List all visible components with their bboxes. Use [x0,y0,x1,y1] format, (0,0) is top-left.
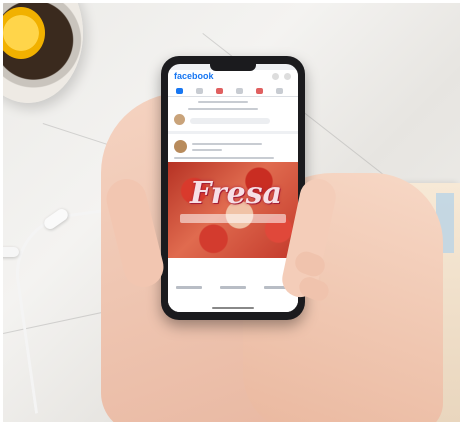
post-timestamp [192,149,222,151]
post-composer-input[interactable] [190,118,270,124]
messenger-icon[interactable] [284,73,291,80]
comment-button[interactable] [220,286,246,289]
text-placeholder [188,108,258,110]
phone-notch [210,64,256,71]
text-placeholder [198,101,248,103]
photo-scene: facebook Fresa [3,3,460,422]
groups-tab-icon[interactable] [236,88,243,94]
search-icon[interactable] [272,73,279,80]
menu-tab-icon[interactable] [276,88,283,94]
post-author-text [192,143,262,145]
earbud [3,247,19,257]
post-author-avatar[interactable] [174,140,187,153]
avatar [174,114,185,125]
notifications-tab-icon[interactable] [256,88,263,94]
post-image-subtitle-band [180,214,286,223]
post-caption [174,157,274,159]
app-title: facebook [174,71,214,81]
phone-screen: facebook Fresa [168,64,298,312]
home-indicator [212,307,254,309]
watch-tab-icon[interactable] [216,88,223,94]
friends-tab-icon[interactable] [196,88,203,94]
like-button[interactable] [176,286,202,289]
home-tab-icon[interactable] [176,88,183,94]
post-image-title: Fresa [190,176,282,211]
